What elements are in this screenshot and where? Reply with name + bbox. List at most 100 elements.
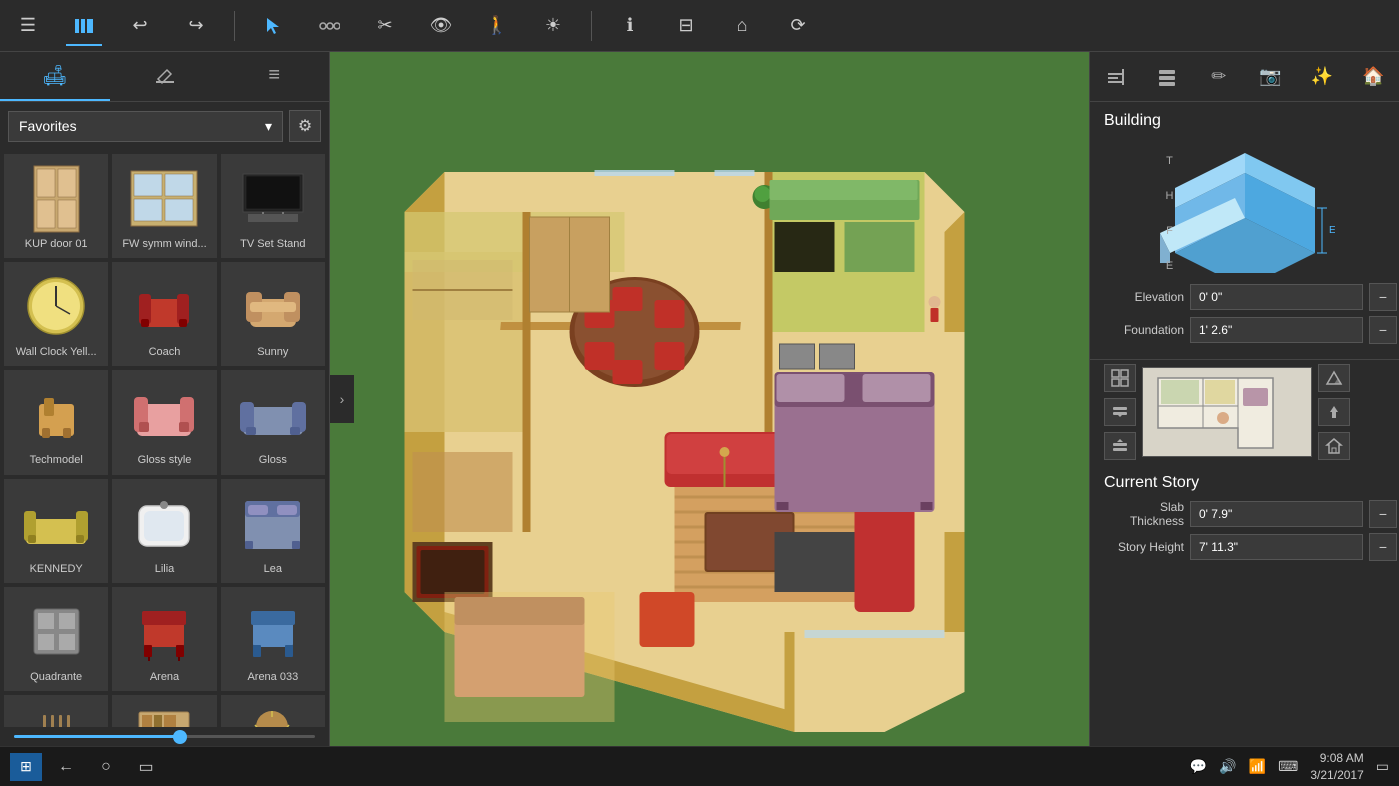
layer-up-btn[interactable] [1104,432,1136,460]
list-item[interactable] [221,695,325,727]
list-item[interactable]: KENNEDY [4,479,108,583]
expand-panel-button[interactable]: › [330,375,354,423]
building-title: Building [1104,112,1385,130]
redo-icon[interactable]: ↪ [178,8,214,44]
elevation-input[interactable] [1190,284,1363,310]
list-item[interactable] [4,695,108,727]
volume-icon[interactable]: 🔊 [1219,758,1236,775]
list-item[interactable]: Quadrante [4,587,108,691]
separator-2 [591,11,592,41]
axis-h: H [1166,190,1174,202]
show-desktop-icon[interactable]: ▭ [1376,758,1389,775]
arrow-up-view-btn[interactable] [1318,398,1350,426]
camera-tab[interactable]: 📷 [1245,52,1297,101]
foundation-decrease-btn[interactable]: − [1369,316,1397,344]
walls-tab[interactable] [1090,52,1142,101]
list-item[interactable]: TV Set Stand [221,154,325,258]
foundation-input[interactable] [1190,317,1363,343]
item-label: Lilia [155,563,175,576]
list-item[interactable]: FW symm wind... [112,154,216,258]
effects-tab[interactable]: ✨ [1296,52,1348,101]
list-item[interactable]: Lilia [112,479,216,583]
back-button[interactable]: ← [50,753,82,781]
hamburger-menu[interactable]: ☰ [10,8,46,44]
item-preview [16,594,96,669]
home-icon[interactable]: ⌂ [724,8,760,44]
elevation-row: Elevation − + [1104,283,1385,311]
list-item[interactable]: Arena [112,587,216,691]
system-clock: 9:08 AM 3/21/2017 [1310,750,1363,784]
list-item[interactable]: Techmodel [4,370,108,474]
mini-plan-section [1090,360,1399,464]
home-right-tab[interactable]: 🏠 [1348,52,1399,101]
furniture-tab[interactable]: 🛋 [0,52,110,101]
search-button[interactable]: ○ [90,753,122,781]
item-preview [16,269,96,344]
story-height-decrease-btn[interactable]: − [1369,533,1397,561]
foundation-label: Foundation [1104,323,1184,337]
group-icon[interactable] [311,8,347,44]
elevation-decrease-btn[interactable]: − [1369,283,1397,311]
list-item[interactable]: Gloss style [112,370,216,474]
select-icon[interactable] [255,8,291,44]
item-label: Arena [150,671,179,684]
eye-icon[interactable]: 👁 [423,8,459,44]
export-icon[interactable]: ⊟ [668,8,704,44]
list-item[interactable]: KUP door 01 [4,154,108,258]
list-item[interactable] [112,695,216,727]
building-preview: T H F E [1104,138,1385,278]
sun-icon[interactable]: ☀ [535,8,571,44]
start-button[interactable]: ⊞ [10,753,42,781]
item-preview [233,377,313,452]
current-story-section: Current Story Slab Thickness − + Story H… [1090,464,1399,576]
home-outline-btn[interactable] [1318,432,1350,460]
story-height-row: Story Height − + [1104,533,1385,561]
grid-view-btn[interactable] [1104,364,1136,392]
list-item[interactable]: Sunny [221,262,325,366]
rotate-icon[interactable]: ⟳ [780,8,816,44]
settings-button[interactable]: ⚙ [289,110,321,142]
item-label: Quadrante [30,671,82,684]
chevron-right-icon: › [340,391,345,407]
right-tabs: ✏ 📷 ✨ 🏠 [1090,52,1399,102]
scissors-icon[interactable]: ✂ [367,8,403,44]
right-panel: ✏ 📷 ✨ 🏠 Building T H F E [1089,52,1399,746]
edit-tab[interactable] [110,52,220,101]
item-preview [124,269,204,344]
slider-fill [14,735,180,738]
walk-icon[interactable]: 🚶 [479,8,515,44]
layers-tab[interactable] [1142,52,1194,101]
list-item[interactable]: Arena 033 [221,587,325,691]
item-preview [233,269,313,344]
library-icon[interactable] [66,8,102,44]
undo-icon[interactable]: ↩ [122,8,158,44]
paint-tab[interactable]: ✏ [1193,52,1245,101]
slider-thumb[interactable] [173,730,187,744]
time-display: 9:08 AM [1310,750,1363,767]
size-slider[interactable] [14,735,315,738]
foundation-row: Foundation − + [1104,316,1385,344]
info-icon[interactable]: ℹ [612,8,648,44]
mountain-view-btn[interactable] [1318,364,1350,392]
floor-plan-area[interactable]: › [330,52,1089,746]
list-item[interactable]: Lea [221,479,325,583]
item-label: Lea [264,563,282,576]
layer-down-btn[interactable] [1104,398,1136,426]
slab-decrease-btn[interactable]: − [1369,500,1397,528]
story-height-input[interactable] [1190,534,1363,560]
network-icon[interactable]: 📶 [1249,758,1266,775]
slab-thickness-input[interactable] [1190,501,1363,527]
list-item[interactable]: Gloss [221,370,325,474]
size-slider-row [0,727,329,746]
mini-floor-plan[interactable] [1142,367,1312,457]
slab-thickness-label: Slab Thickness [1104,500,1184,528]
keyboard-icon[interactable]: ⌨ [1278,758,1298,775]
list-item[interactable]: Wall Clock Yell... [4,262,108,366]
item-preview [124,161,204,236]
favorites-dropdown[interactable]: Favorites ▾ [8,111,283,142]
list-tab[interactable]: ≡ [219,52,329,101]
list-item[interactable]: Coach [112,262,216,366]
task-view-button[interactable]: ▭ [130,753,162,781]
item-preview [16,702,96,727]
notification-icon[interactable]: 💬 [1190,758,1207,775]
